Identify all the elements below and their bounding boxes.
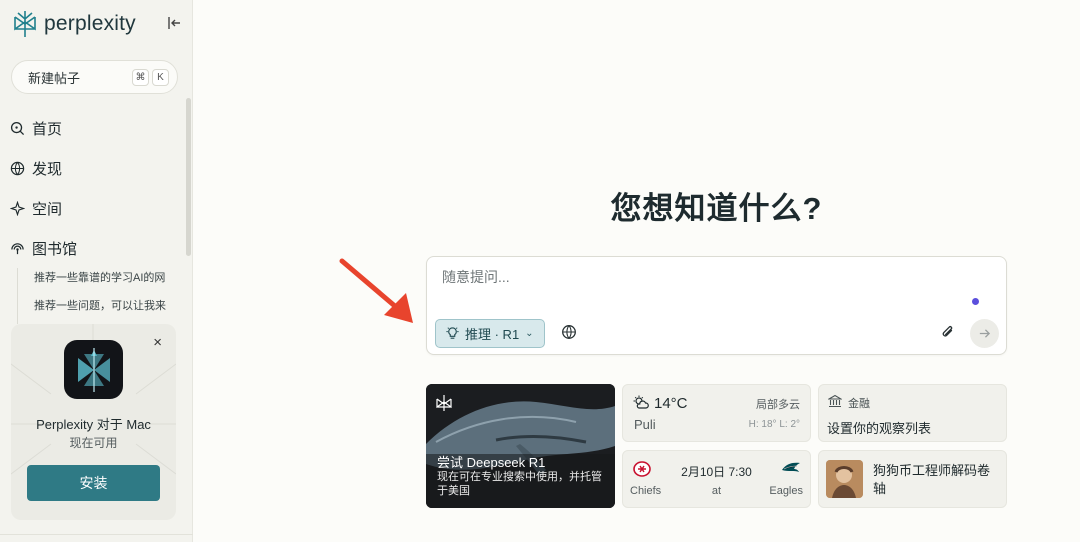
nav-item-label: 发现	[32, 160, 63, 178]
new-thread-label: 新建帖子	[28, 70, 81, 86]
submit-button[interactable]	[970, 319, 999, 348]
weather-condition: 局部多云	[756, 399, 800, 411]
divider	[0, 534, 193, 535]
weather-temp: 14°C	[654, 395, 688, 412]
sparkle-icon	[10, 200, 25, 216]
sidebar: perplexity 新建帖子 ⌘ K 首页 发现 空间 图书馆 推荐一些靠谱的…	[0, 0, 193, 542]
logo[interactable]: perplexity	[12, 10, 136, 38]
shortcut-k-key: K	[152, 68, 169, 86]
chevron-down-icon: ⌄	[525, 328, 534, 339]
reasoning-mode-selector[interactable]: 推理 · R1 ⌄	[435, 319, 545, 348]
lightbulb-icon	[446, 327, 459, 339]
status-dot	[972, 298, 979, 305]
shortcut-cmd-key: ⌘	[132, 68, 149, 86]
nav-item-label: 空间	[32, 200, 63, 218]
finance-title: 设置你的观察列表	[827, 421, 932, 436]
paperclip-icon[interactable]	[940, 324, 956, 340]
annotation-arrow-icon	[339, 258, 413, 323]
game-card[interactable]: 2月10日 7:30 Chiefs at Eagles	[622, 450, 811, 508]
partly-cloudy-icon	[633, 395, 649, 409]
nav-item-home[interactable]: 首页	[10, 108, 180, 148]
weather-card[interactable]: 14°C 局部多云 Puli H: 18° L: 2°	[622, 384, 811, 442]
sidebar-nav: 首页 发现 空间 图书馆	[10, 108, 180, 268]
nav-item-label: 图书馆	[32, 240, 78, 258]
perplexity-logo-icon	[14, 11, 36, 37]
card-title: 尝试 Deepseek R1	[437, 455, 546, 470]
close-icon[interactable]: ×	[153, 335, 162, 350]
nav-item-discover[interactable]: 发现	[10, 148, 180, 188]
arrow-right-icon	[979, 329, 991, 338]
collapse-sidebar-icon[interactable]	[165, 14, 183, 32]
nav-item-spaces[interactable]: 空间	[10, 188, 180, 228]
library-items: 推荐一些靠谱的学习AI的网 推荐一些问题，可以让我来	[17, 268, 182, 324]
globe-icon	[10, 161, 25, 175]
finance-card[interactable]: 金融 设置你的观察列表	[818, 384, 1007, 442]
ask-box: 推理 · R1 ⌄	[426, 256, 1007, 355]
weather-hilo: H: 18° L: 2°	[748, 419, 800, 430]
card-description: 现在可在专业搜索中使用，并托管于美国	[437, 471, 602, 497]
brand-name: perplexity	[44, 12, 136, 35]
weather-location: Puli	[634, 417, 656, 432]
news-title: 狗狗币工程师解码卷轴	[873, 463, 991, 496]
perplexity-logo-icon	[436, 395, 452, 411]
mode-label: 推理 · R1	[465, 327, 520, 342]
library-item[interactable]: 推荐一些问题，可以让我来	[34, 296, 182, 324]
globe-icon[interactable]	[561, 324, 577, 340]
nav-item-label: 首页	[32, 120, 63, 138]
nav-item-library[interactable]: 图书馆	[10, 228, 180, 268]
promo-title: Perplexity 对于 Mac	[36, 417, 151, 432]
deepseek-card[interactable]: 尝试 Deepseek R1 现在可在专业搜索中使用，并托管于美国	[426, 384, 615, 508]
perplexity-app-icon	[64, 340, 123, 399]
promo-subtitle: 现在可用	[69, 436, 118, 450]
page-title: 您想知道什么?	[610, 191, 823, 226]
bank-icon	[828, 394, 842, 408]
team-away: Eagles	[769, 485, 803, 497]
sidebar-scrollbar[interactable]	[186, 98, 191, 256]
news-card[interactable]: 狗狗币工程师解码卷轴	[818, 450, 1007, 508]
library-icon	[11, 242, 24, 254]
new-thread-button[interactable]: 新建帖子 ⌘ K	[11, 60, 178, 94]
library-item[interactable]: 推荐一些靠谱的学习AI的网	[34, 268, 182, 296]
search-icon	[10, 121, 25, 135]
game-date: 2月10日 7:30	[681, 465, 752, 479]
finance-category: 金融	[848, 398, 870, 410]
news-thumbnail	[826, 460, 863, 498]
ask-input[interactable]	[442, 269, 942, 285]
mac-app-promo: × Perplexity 对于 Mac 现在可用 安装	[11, 324, 176, 520]
install-button[interactable]: 安装	[27, 465, 160, 501]
